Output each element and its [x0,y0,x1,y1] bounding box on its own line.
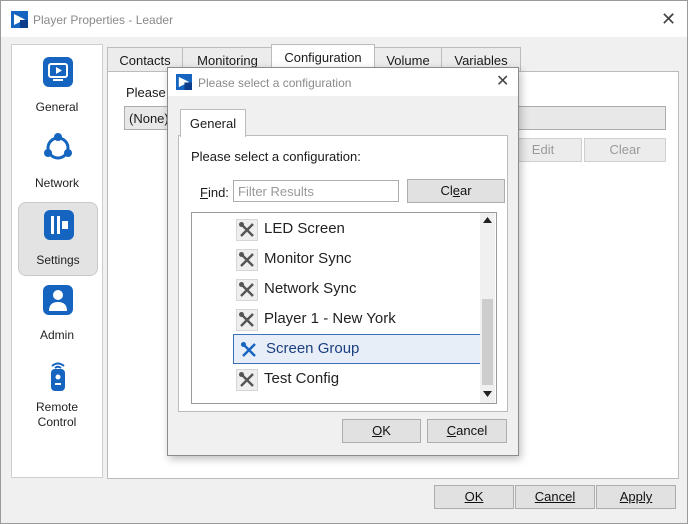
dialog-cancel-button[interactable]: Cancel [427,419,507,443]
sidebar-item-admin[interactable]: Admin [18,278,96,350]
monitor-play-icon [43,57,73,87]
app-logo-icon [176,74,192,90]
clear-post: ar [459,183,472,198]
cancel-button[interactable]: Cancel [515,485,595,509]
ok-button[interactable]: OK [434,485,514,509]
cancel-mnemonic: Cancel [534,489,576,504]
list-item[interactable]: LED Screen [232,215,480,243]
network-icon [44,133,72,160]
clear-pre: Cl [440,183,453,198]
tools-icon [236,249,258,271]
select-configuration-dialog: Please select a configuration ✕ General … [167,67,519,456]
find-clear-button[interactable]: Clear [407,179,505,203]
app-logo-icon [11,11,28,28]
tools-icon [236,309,258,331]
list-item-label: Player 1 - New York [264,310,396,327]
ok-mnemonic: O [372,423,383,438]
tools-icon [236,219,258,241]
list-item[interactable]: Network Sync [232,275,480,303]
sidebar: General Network Settings Admin Remote Co… [11,44,103,478]
find-mnemonic: F [200,185,208,200]
apply-button[interactable]: Apply [596,485,676,509]
remote-control-icon [51,362,65,391]
cancel-rest: ancel [456,423,488,438]
clear-button[interactable]: Clear [584,138,666,162]
dialog-tab-general[interactable]: General [180,109,246,137]
list-item-label: Network Sync [264,280,357,297]
dialog-ok-button[interactable]: OK [342,419,421,443]
list-item[interactable]: Monitor Sync [232,245,480,273]
list-item-label: Test Config [264,370,340,387]
tools-icon [236,279,258,301]
scroll-down-icon[interactable] [483,391,492,397]
list-item-label: Screen Group [266,340,360,357]
cancel-mnemonic: C [446,423,457,438]
window-titlebar: Player Properties - Leader ✕ [1,1,687,37]
admin-user-icon [43,285,73,315]
clear-mnemonic: e [452,183,460,198]
dialog-title: Please select a configuration [198,76,352,90]
dialog-titlebar: Please select a configuration ✕ [168,68,518,96]
list-item-label: LED Screen [264,220,345,237]
find-input[interactable] [233,180,399,202]
settings-icon [44,210,74,240]
sidebar-item-remote-control[interactable]: Remote Control [18,354,96,434]
sidebar-item-label: Network [34,176,79,190]
find-label: Find: [200,185,229,200]
sidebar-item-settings[interactable]: Settings [18,202,98,276]
configuration-combo-value: (None) [129,111,169,126]
dialog-close-icon[interactable]: ✕ [496,73,509,91]
sidebar-item-general[interactable]: General [18,50,96,122]
scrollbar-thumb[interactable] [482,299,493,385]
tools-icon [236,369,258,391]
list-item-label: Monitor Sync [264,250,352,267]
configuration-list[interactable]: LED Screen Monitor Sync Network Sync Pla… [191,212,497,404]
ok-rest: K [382,423,391,438]
close-icon[interactable]: ✕ [661,10,676,28]
sidebar-item-label: Admin [39,328,74,342]
list-item-selected[interactable]: Screen Group [233,334,481,364]
sidebar-item-label: Settings [36,253,80,267]
find-label-rest: ind: [207,185,229,200]
sidebar-item-network[interactable]: Network [18,126,96,198]
ok-mnemonic: OK [464,489,484,504]
sidebar-item-label: Remote Control [35,400,79,429]
scroll-up-icon[interactable] [483,217,492,223]
dialog-tab-content: Please select a configuration: Find: Cle… [178,135,508,412]
dialog-prompt: Please select a configuration: [191,149,361,164]
tools-icon [241,342,256,357]
list-item[interactable]: Player 1 - New York [232,305,480,333]
apply-mnemonic: Apply [619,489,653,504]
list-item[interactable]: Test Config [232,365,480,393]
window-title: Player Properties - Leader [33,13,174,27]
sidebar-item-label: General [35,100,79,114]
list-scrollbar[interactable] [480,213,495,403]
